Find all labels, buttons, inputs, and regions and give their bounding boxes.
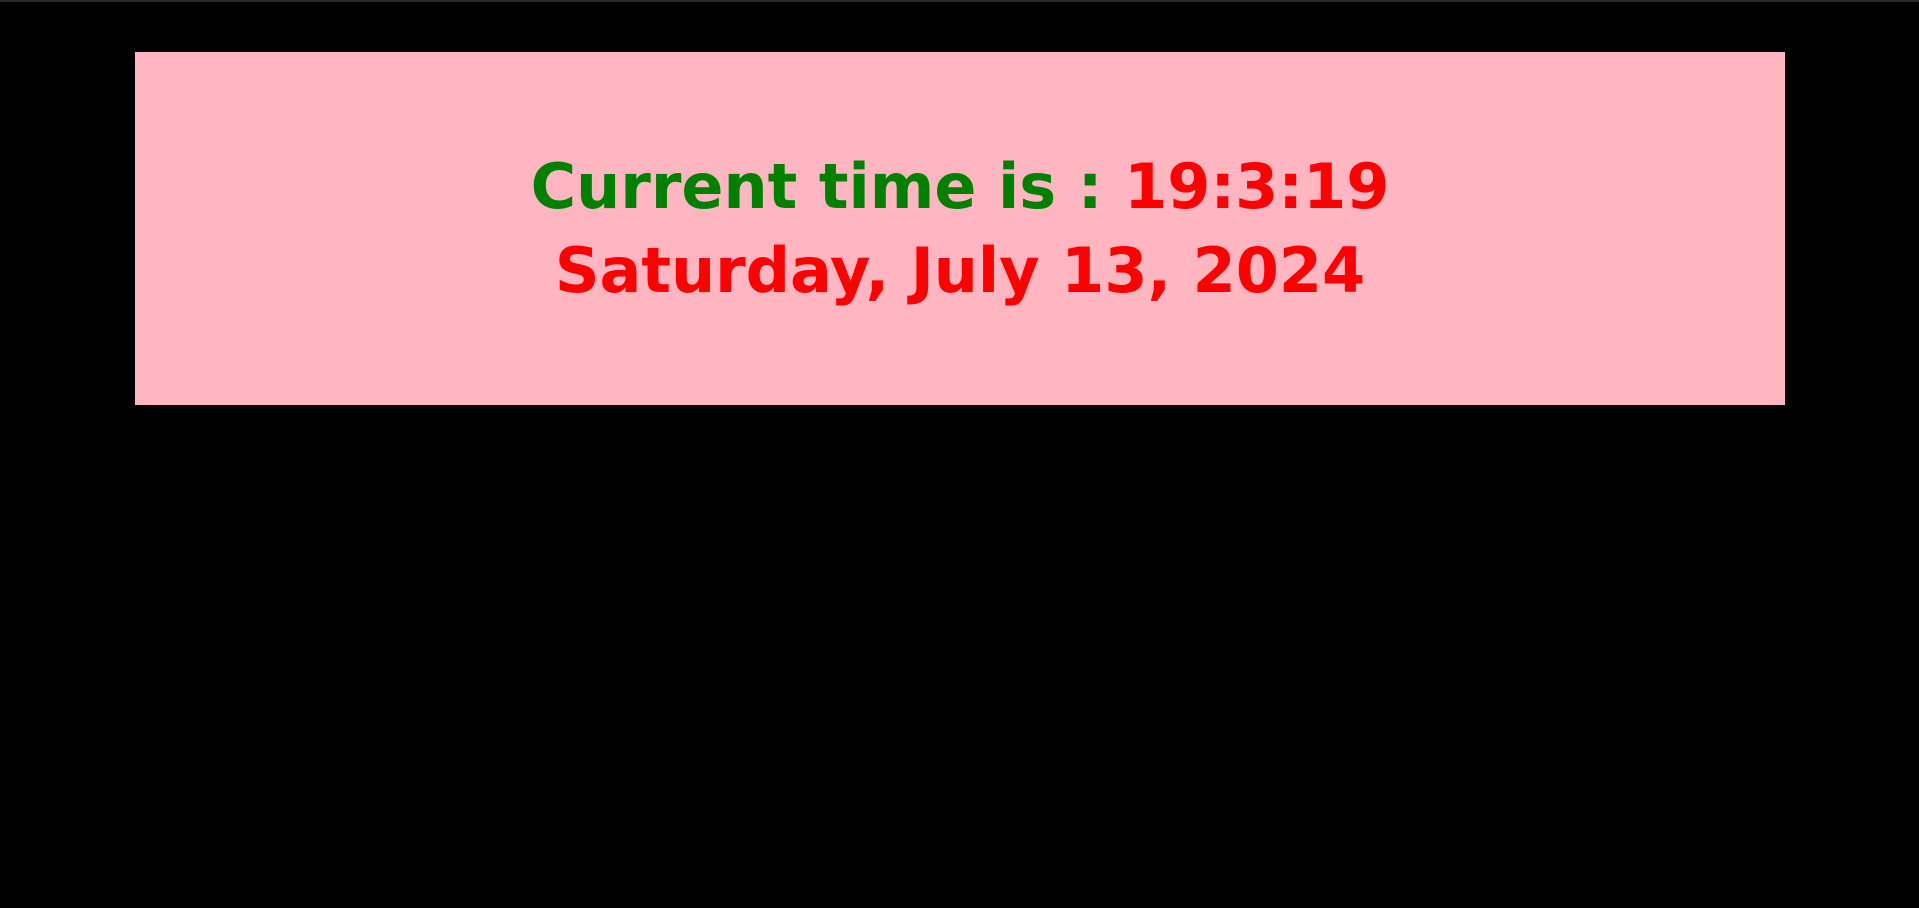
clock-panel: Current time is : 19:3:19 Saturday, July… [135,52,1785,405]
current-time-value: 19:3:19 [1124,149,1390,223]
window-top-border [0,0,1919,2]
current-time-label: Current time is : [530,149,1125,223]
current-date: Saturday, July 13, 2024 [554,233,1366,307]
current-time-line: Current time is : 19:3:19 [531,145,1390,229]
